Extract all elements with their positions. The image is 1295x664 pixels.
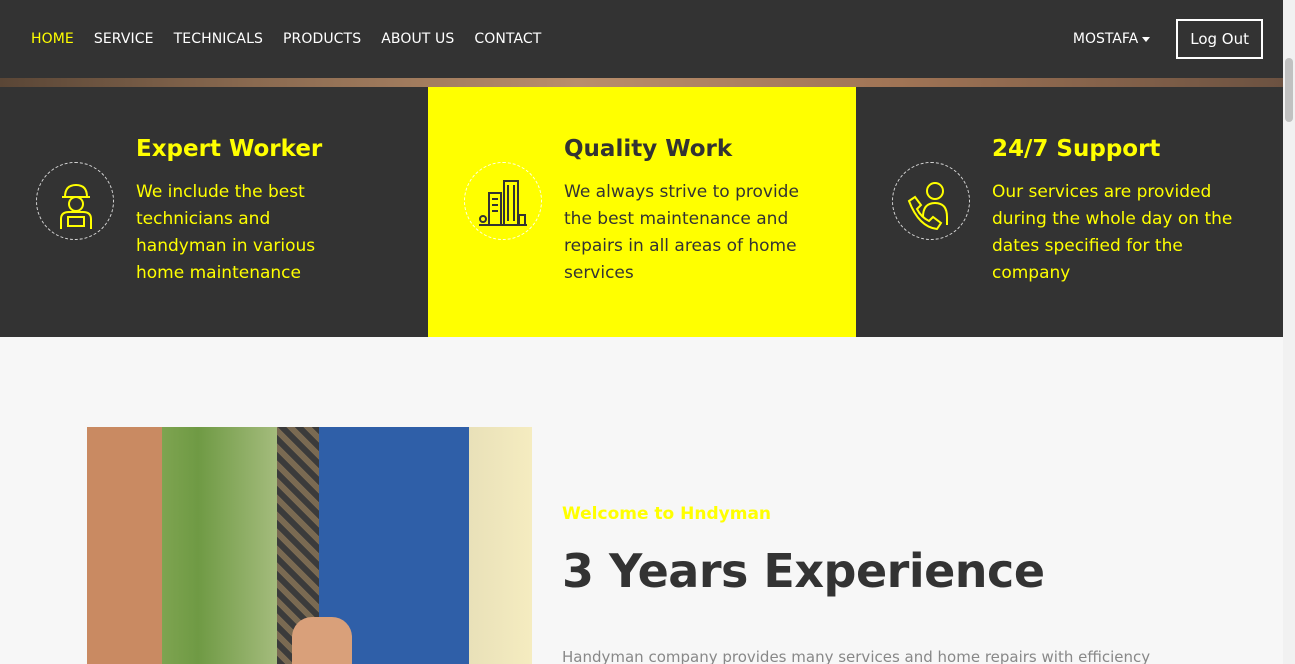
logout-button[interactable]: Log Out: [1176, 19, 1263, 59]
feature-card-support: 24/7 Support Our services are provided d…: [856, 87, 1283, 337]
user-name: MOSTAFA: [1072, 31, 1139, 47]
scrollbar-thumb[interactable]: [1285, 58, 1293, 122]
about-text: Handyman company provides many services …: [562, 648, 1151, 664]
feature-title: Expert Worker: [136, 136, 323, 162]
user-dropdown[interactable]: MOSTAFA: [1072, 31, 1151, 47]
support-phone-icon: [892, 162, 970, 240]
nav-right: MOSTAFA Log Out: [1073, 19, 1263, 59]
worker-icon: [36, 162, 114, 240]
feature-text: We include the best technicians and hand…: [136, 182, 316, 283]
nav-contact[interactable]: CONTACT: [474, 31, 541, 47]
buildings-icon: [464, 162, 542, 240]
about-photo: [87, 427, 532, 664]
nav-about-us[interactable]: ABOUT US: [381, 31, 454, 47]
feature-text: We always strive to provide the best mai…: [564, 182, 799, 283]
feature-title: 24/7 Support: [992, 136, 1161, 162]
feature-card-expert-worker: Expert Worker We include the best techni…: [0, 87, 428, 337]
welcome-subtitle: Welcome to Hndyman: [562, 504, 772, 524]
about-title: 3 Years Experience: [562, 544, 1045, 598]
nav-home[interactable]: HOME: [31, 31, 74, 47]
caret-down-icon: [1142, 36, 1151, 42]
nav-technicals[interactable]: TECHNICALS: [174, 31, 263, 47]
nav-links: HOME SERVICE TECHNICALS PRODUCTS ABOUT U…: [31, 31, 561, 47]
features-row: Expert Worker We include the best techni…: [0, 87, 1283, 337]
page-scrollbar[interactable]: [1283, 0, 1295, 664]
nav-products[interactable]: PRODUCTS: [283, 31, 361, 47]
top-navbar: HOME SERVICE TECHNICALS PRODUCTS ABOUT U…: [0, 0, 1283, 78]
feature-card-quality-work: Quality Work We always strive to provide…: [428, 87, 856, 337]
feature-title: Quality Work: [564, 136, 733, 162]
feature-text: Our services are provided during the who…: [992, 182, 1233, 283]
nav-service[interactable]: SERVICE: [94, 31, 154, 47]
